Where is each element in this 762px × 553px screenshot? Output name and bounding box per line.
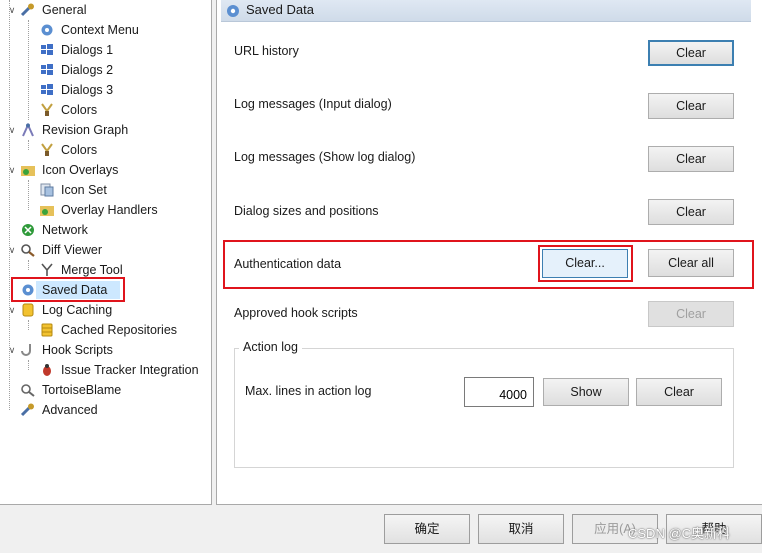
folder-overlay-icon bbox=[21, 166, 35, 176]
ok-button[interactable]: 确定 bbox=[384, 514, 470, 544]
clear-dialog-sizes-button[interactable]: Clear bbox=[648, 199, 734, 225]
clear-log-show-button[interactable]: Clear bbox=[648, 146, 734, 172]
clear-auth-button[interactable]: Clear... bbox=[542, 249, 628, 278]
windows-flag-icon bbox=[41, 64, 53, 75]
graph-icon bbox=[22, 123, 34, 137]
clear-action-log-button[interactable]: Clear bbox=[636, 378, 722, 406]
bug-icon bbox=[43, 364, 51, 376]
log-show-label: Log messages (Show log dialog) bbox=[234, 150, 416, 164]
dialog-sizes-label: Dialog sizes and positions bbox=[234, 204, 379, 218]
action-log-legend: Action log bbox=[239, 340, 302, 354]
icon-set-icon bbox=[40, 183, 54, 197]
panel-header: Saved Data bbox=[221, 0, 751, 22]
tree-line bbox=[28, 320, 29, 330]
paintbrush-icon bbox=[41, 103, 53, 116]
database-icon bbox=[41, 323, 53, 337]
collapse-chevron-icon[interactable]: ∨ bbox=[7, 300, 17, 320]
tree-line bbox=[28, 140, 29, 150]
database-icon bbox=[22, 303, 34, 317]
hook-scripts-label: Approved hook scripts bbox=[234, 306, 358, 320]
clear-all-auth-button[interactable]: Clear all bbox=[648, 249, 734, 277]
clear-url-history-button[interactable]: Clear bbox=[648, 40, 734, 66]
collapse-chevron-icon[interactable]: ∨ bbox=[7, 340, 17, 360]
collapse-chevron-icon[interactable]: ∨ bbox=[7, 120, 17, 140]
show-action-log-button[interactable]: Show bbox=[543, 378, 629, 406]
saved-data-panel: Saved Data URL history Clear Log message… bbox=[216, 0, 762, 505]
collapse-chevron-icon[interactable]: ∨ bbox=[7, 240, 17, 260]
hook-icon bbox=[21, 344, 31, 356]
collapse-chevron-icon[interactable]: ∨ bbox=[7, 0, 17, 20]
action-log-group bbox=[234, 348, 734, 468]
tree-line bbox=[28, 260, 29, 270]
blame-icon bbox=[21, 384, 35, 397]
magnifier-icon bbox=[21, 244, 35, 257]
windows-flag-icon bbox=[41, 84, 53, 95]
gear-icon bbox=[41, 24, 53, 36]
wrench-icon bbox=[20, 3, 34, 17]
gear-icon bbox=[22, 284, 34, 296]
settings-tree[interactable]: ∨ General Context Menu Dialogs 1 Dialogs… bbox=[0, 0, 212, 505]
tree-line bbox=[28, 20, 29, 120]
clear-hook-scripts-button[interactable]: Clear bbox=[648, 301, 734, 327]
gear-icon bbox=[227, 5, 239, 17]
tree-line bbox=[28, 360, 29, 370]
watermark-text: CSDN @C奥新科 bbox=[628, 526, 731, 541]
collapse-chevron-icon[interactable]: ∨ bbox=[7, 160, 17, 180]
page-title: Saved Data bbox=[246, 2, 314, 17]
url-history-label: URL history bbox=[234, 44, 299, 58]
folder-overlay-icon bbox=[40, 206, 54, 216]
clear-log-input-button[interactable]: Clear bbox=[648, 93, 734, 119]
paintbrush-icon bbox=[41, 143, 53, 156]
max-lines-label: Max. lines in action log bbox=[245, 384, 372, 398]
network-icon bbox=[22, 224, 34, 236]
windows-flag-icon bbox=[41, 44, 53, 55]
auth-data-label: Authentication data bbox=[234, 257, 342, 271]
log-input-label: Log messages (Input dialog) bbox=[234, 97, 392, 111]
tree-line bbox=[28, 180, 29, 210]
merge-icon bbox=[41, 263, 53, 276]
max-lines-input[interactable] bbox=[464, 377, 534, 407]
cancel-button[interactable]: 取消 bbox=[478, 514, 564, 544]
wrench-icon bbox=[20, 403, 34, 417]
